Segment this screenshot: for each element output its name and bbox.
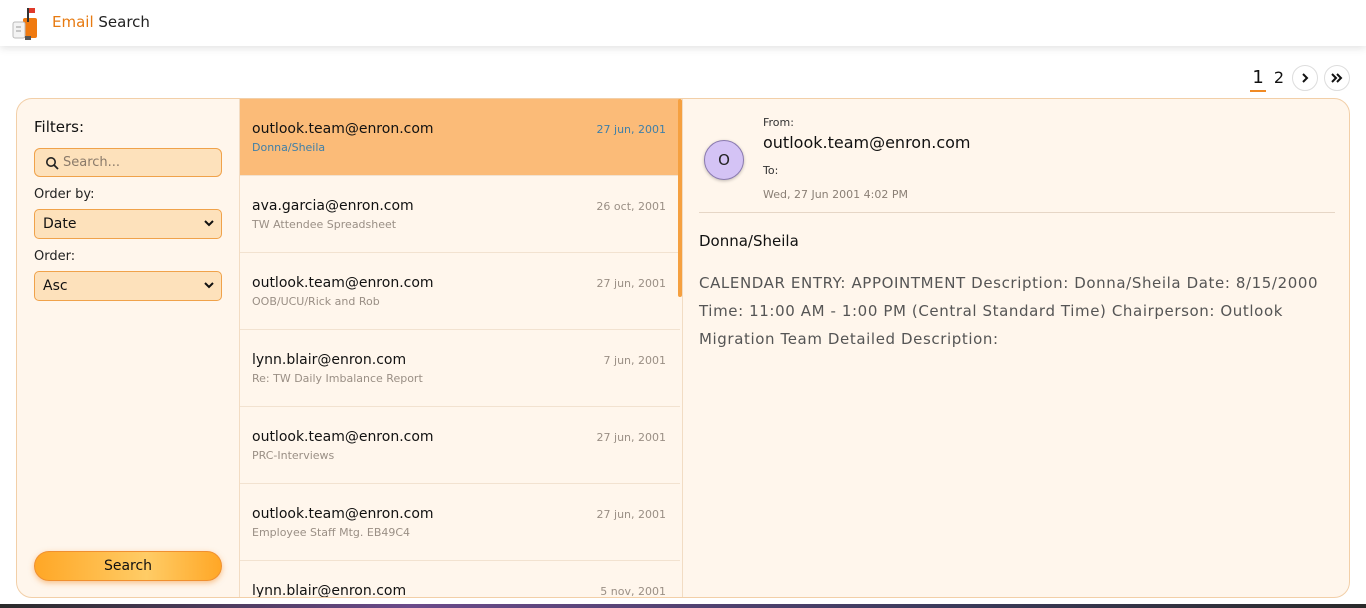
email-sender: outlook.team@enron.com bbox=[252, 429, 434, 445]
detail-divider bbox=[699, 212, 1335, 213]
email-subject: OOB/UCU/Rick and Rob bbox=[252, 295, 380, 308]
email-body: CALENDAR ENTRY: APPOINTMENT Description:… bbox=[699, 274, 1319, 348]
email-list[interactable]: outlook.team@enron.com Donna/Sheila 27 j… bbox=[239, 99, 683, 598]
from-label: From: bbox=[763, 116, 794, 129]
chevron-down-icon bbox=[204, 220, 214, 227]
taskbar-strip bbox=[0, 604, 1366, 608]
email-date: 27 jun, 2001 bbox=[596, 431, 666, 444]
email-list-item[interactable]: ava.garcia@enron.com TW Attendee Spreads… bbox=[240, 176, 680, 253]
email-subject: PRC-Interviews bbox=[252, 449, 335, 462]
order-select[interactable]: Asc bbox=[34, 271, 222, 301]
email-date: 27 jun, 2001 bbox=[596, 123, 666, 136]
email-list-item[interactable]: lynn.blair@enron.com Re: TW Daily Imbala… bbox=[240, 330, 680, 407]
last-page-button[interactable] bbox=[1324, 65, 1350, 91]
email-sender: lynn.blair@enron.com bbox=[252, 583, 407, 598]
email-list-scrollbar[interactable] bbox=[678, 99, 682, 297]
email-browser-card: Filters: Order by: Date Order: Asc Searc… bbox=[16, 98, 1350, 598]
search-button[interactable]: Search bbox=[34, 551, 222, 581]
to-label: To: bbox=[763, 164, 779, 177]
order-label: Order: bbox=[34, 249, 76, 264]
email-subject: Employee Staff Mtg. EB49C4 bbox=[252, 526, 411, 539]
order-by-select[interactable]: Date bbox=[34, 209, 222, 239]
chevron-down-icon bbox=[204, 282, 214, 289]
next-page-button[interactable] bbox=[1292, 65, 1318, 91]
email-list-item[interactable]: outlook.team@enron.com Employee Staff Mt… bbox=[240, 484, 680, 561]
email-detail: O From: outlook.team@enron.com To: Wed, … bbox=[683, 99, 1349, 597]
app-header: Email Search bbox=[0, 0, 1366, 46]
search-field[interactable] bbox=[34, 148, 222, 177]
email-list-item[interactable]: lynn.blair@enron.com 5 nov, 2001 bbox=[240, 561, 680, 598]
pagination: 1 2 bbox=[1250, 64, 1350, 92]
filters-title: Filters: bbox=[34, 118, 85, 136]
from-value: outlook.team@enron.com bbox=[763, 133, 971, 152]
app-title-part2: Search bbox=[98, 13, 150, 31]
app-title: Email Search bbox=[52, 13, 150, 31]
app-title-part1: Email bbox=[52, 13, 99, 31]
email-date: 5 nov, 2001 bbox=[600, 585, 666, 598]
email-subject: TW Attendee Spreadsheet bbox=[252, 218, 397, 231]
email-date: 27 jun, 2001 bbox=[596, 277, 666, 290]
double-chevron-right-icon bbox=[1331, 73, 1343, 83]
email-sender: outlook.team@enron.com bbox=[252, 121, 434, 137]
email-subject: Re: TW Daily Imbalance Report bbox=[252, 372, 423, 385]
chevron-right-icon bbox=[1302, 73, 1309, 83]
email-date: 26 oct, 2001 bbox=[596, 200, 666, 213]
page-2-link[interactable]: 2 bbox=[1272, 64, 1286, 92]
search-icon bbox=[46, 156, 59, 170]
email-list-item[interactable]: outlook.team@enron.com Donna/Sheila 27 j… bbox=[240, 99, 680, 176]
email-list-item[interactable]: outlook.team@enron.com OOB/UCU/Rick and … bbox=[240, 253, 680, 330]
page-1-link[interactable]: 1 bbox=[1250, 64, 1266, 92]
filters-panel: Filters: Order by: Date Order: Asc Searc… bbox=[17, 99, 239, 597]
email-timestamp: Wed, 27 Jun 2001 4:02 PM bbox=[763, 188, 908, 201]
email-date: 27 jun, 2001 bbox=[596, 508, 666, 521]
email-sender: outlook.team@enron.com bbox=[252, 506, 434, 522]
email-list-item[interactable]: outlook.team@enron.com PRC-Interviews 27… bbox=[240, 407, 680, 484]
order-by-value: Date bbox=[43, 216, 77, 232]
email-detail-subject: Donna/Sheila bbox=[699, 232, 799, 250]
sender-avatar: O bbox=[704, 140, 744, 180]
order-by-label: Order by: bbox=[34, 187, 95, 202]
order-value: Asc bbox=[43, 278, 68, 294]
email-sender: ava.garcia@enron.com bbox=[252, 198, 414, 214]
email-sender: outlook.team@enron.com bbox=[252, 275, 434, 291]
email-sender: lynn.blair@enron.com bbox=[252, 352, 407, 368]
email-subject: Donna/Sheila bbox=[252, 141, 326, 154]
mailbox-logo-icon bbox=[12, 8, 37, 40]
email-date: 7 jun, 2001 bbox=[603, 354, 666, 367]
search-input[interactable] bbox=[63, 155, 213, 170]
